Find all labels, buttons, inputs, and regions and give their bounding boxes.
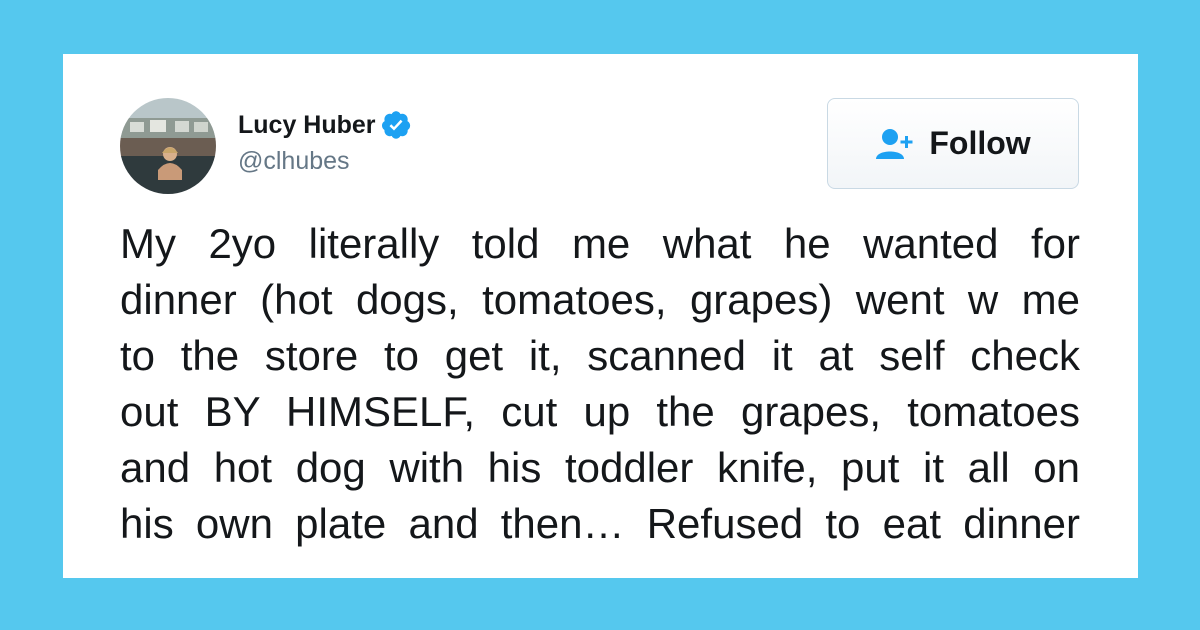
follow-button[interactable]: Follow [827,98,1079,189]
tweet-card: Lucy Huber @clhubes Follow My 2yo litera… [63,54,1138,578]
tweet-text: My 2yo literally told me what he wanted … [120,216,1080,552]
tweet-text-line: his own plate and then… Refused to eat d… [120,500,1080,547]
avatar[interactable] [120,98,216,194]
tweet-text-line: to the store to get it, scanned it at se… [120,332,1080,379]
author-handle[interactable]: @clhubes [238,147,350,176]
tweet-text-line: out BY HIMSELF, cut up the grapes, tomat… [120,388,1080,435]
profile-photo-icon [120,98,216,194]
tweet-text-line: My 2yo literally told me what he wanted … [120,220,1080,267]
add-user-icon [876,128,913,159]
follow-button-label: Follow [929,125,1031,161]
author-name-row: Lucy Huber [238,108,412,142]
verified-badge-icon [381,111,410,139]
tweet-text-line: dinner (hot dogs, tomatoes, grapes) went… [120,276,1080,323]
author-display-name[interactable]: Lucy Huber [238,111,376,140]
tweet-text-line: and hot dog with his toddler knife, put … [120,444,1080,491]
